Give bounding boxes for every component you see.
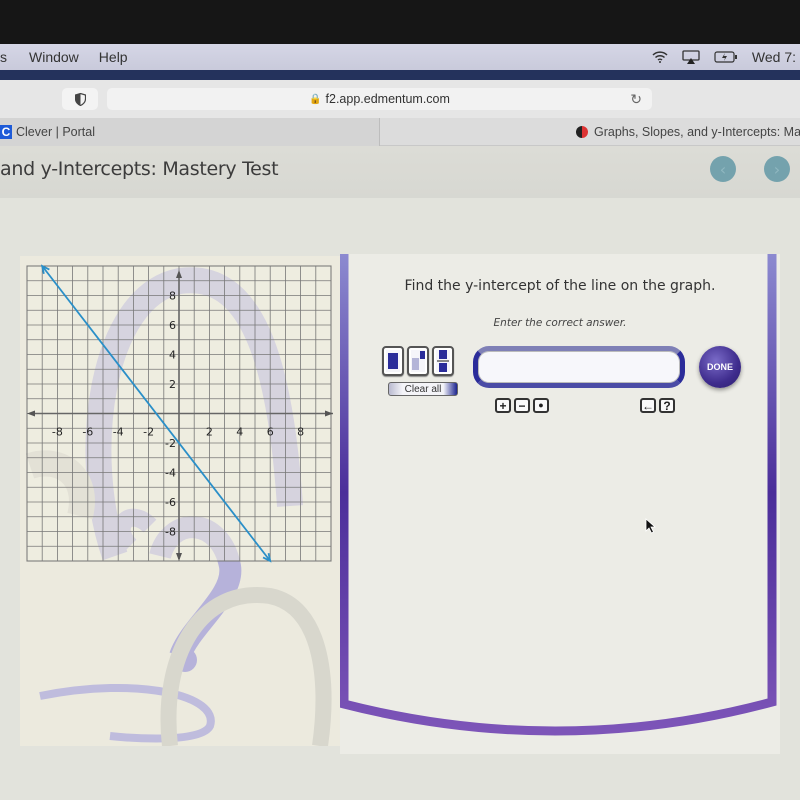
- mouse-cursor-icon: [645, 518, 657, 534]
- reload-icon[interactable]: ↻: [630, 91, 642, 108]
- chevron-left-icon: ‹: [719, 159, 727, 179]
- question-frame: [340, 254, 777, 736]
- menu-item-window[interactable]: Window: [23, 49, 89, 65]
- page: and y-Intercepts: Mastery Test ‹ › -8 -6…: [0, 146, 800, 800]
- monitor-bezel: [0, 0, 800, 44]
- tab-label: Graphs, Slopes, and y-Intercepts: Maste: [594, 125, 800, 139]
- coordinate-graph: -8 -6 -4 -2 2 4 6 8 8 6 4 2 -2 -4 -6 -8: [25, 264, 333, 746]
- exponent-icon: [412, 358, 419, 370]
- tab-mastery-test[interactable]: Graphs, Slopes, and y-Intercepts: Maste: [380, 118, 800, 146]
- x-tick-label: -4: [113, 426, 124, 439]
- url-text: f2.app.edmentum.com: [325, 92, 450, 106]
- y-tick-label: -4: [165, 467, 176, 480]
- privacy-report-button[interactable]: [62, 88, 98, 110]
- answer-box: [473, 346, 685, 388]
- window-titlebar: [0, 70, 800, 80]
- previous-question-button[interactable]: ‹: [710, 156, 736, 182]
- y-tick-label: 6: [169, 319, 176, 332]
- help-key[interactable]: ?: [659, 398, 675, 413]
- menu-item-help[interactable]: Help: [89, 49, 138, 65]
- chevron-right-icon: ›: [773, 159, 781, 179]
- tab-label: Clever | Portal: [16, 125, 95, 139]
- y-tick-label: -6: [165, 496, 176, 509]
- template-fraction-button[interactable]: [432, 346, 454, 376]
- edmentum-logo-icon: [576, 126, 588, 138]
- x-tick-label: -6: [82, 426, 93, 439]
- menu-bar: s Window Help Wed 7:: [0, 44, 800, 70]
- template-exponent-button[interactable]: [407, 346, 429, 376]
- y-tick-label: 4: [169, 349, 176, 362]
- clear-all-button[interactable]: Clear all: [388, 382, 458, 396]
- tab-clever-portal[interactable]: C Clever | Portal: [0, 118, 380, 146]
- backspace-key[interactable]: ←: [640, 398, 656, 413]
- graph-panel: -8 -6 -4 -2 2 4 6 8 8 6 4 2 -2 -4 -6 -8: [20, 256, 340, 746]
- x-tick-label: -8: [52, 426, 63, 439]
- minus-key[interactable]: −: [514, 398, 530, 413]
- x-tick-label: 4: [236, 426, 243, 439]
- address-bar[interactable]: 🔒 f2.app.edmentum.com ↻: [107, 88, 652, 110]
- plus-key[interactable]: +: [495, 398, 511, 413]
- menu-item-partial[interactable]: s: [0, 49, 23, 65]
- decimal-point-key[interactable]: ●: [533, 398, 549, 413]
- battery-charging-icon[interactable]: [714, 51, 738, 63]
- single-box-icon: [388, 353, 398, 369]
- exponent-box: [420, 351, 425, 359]
- x-tick-label: 8: [297, 426, 304, 439]
- y-tick-label: 8: [169, 290, 176, 303]
- question-prompt: Find the y-intercept of the line on the …: [404, 278, 716, 294]
- airplay-icon[interactable]: [682, 50, 700, 64]
- y-tick-label: -8: [165, 526, 176, 539]
- done-button[interactable]: DONE: [699, 346, 741, 388]
- test-header: and y-Intercepts: Mastery Test ‹ ›: [0, 146, 800, 198]
- y-tick-label: -2: [165, 437, 176, 450]
- shield-icon: [74, 92, 86, 106]
- fraction-icon: [439, 350, 447, 359]
- question-panel: Find the y-intercept of the line on the …: [340, 254, 780, 754]
- y-tick-label: 2: [169, 378, 176, 391]
- fraction-bar: [437, 360, 449, 362]
- question-instruction: Enter the correct answer.: [493, 317, 627, 329]
- wifi-icon[interactable]: [652, 51, 668, 63]
- next-question-button[interactable]: ›: [764, 156, 790, 182]
- screen: s Window Help Wed 7: 🔒 f2.app.edmentum.c…: [0, 0, 800, 800]
- fraction-denominator: [439, 363, 447, 372]
- page-title: and y-Intercepts: Mastery Test: [0, 158, 279, 180]
- template-single-box-button[interactable]: [382, 346, 404, 376]
- x-tick-label: 6: [267, 426, 274, 439]
- question-area: -8 -6 -4 -2 2 4 6 8 8 6 4 2 -2 -4 -6 -8 Fin: [0, 198, 800, 800]
- clever-logo-icon: C: [0, 125, 12, 139]
- tab-bar: C Clever | Portal Graphs, Slopes, and y-…: [0, 118, 800, 146]
- lock-icon: 🔒: [309, 93, 322, 105]
- x-tick-label: 2: [206, 426, 213, 439]
- answer-input[interactable]: [488, 355, 668, 379]
- clock[interactable]: Wed 7:: [752, 49, 796, 65]
- browser-toolbar: 🔒 f2.app.edmentum.com ↻: [0, 80, 800, 118]
- x-tick-label: -2: [143, 426, 154, 439]
